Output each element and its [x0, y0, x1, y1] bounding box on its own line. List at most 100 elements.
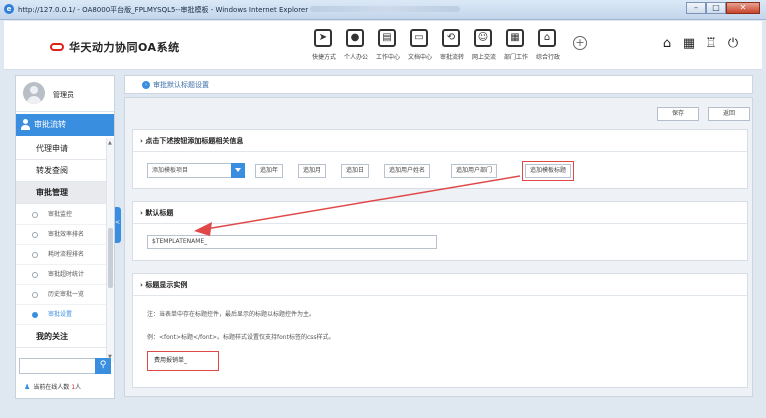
append-template-title-button[interactable]: 追加模板标题: [521, 161, 575, 181]
subitem-label: 审批超时统计: [48, 271, 85, 278]
bullet-icon: [32, 312, 38, 318]
module-docs[interactable]: ▭ 文档中心: [402, 29, 434, 69]
add-module-icon[interactable]: +: [573, 36, 587, 50]
person-icon: ●: [346, 29, 364, 47]
default-title-input[interactable]: $TEMPLATENAME_: [147, 235, 437, 249]
home-icon[interactable]: ⌂: [656, 37, 678, 51]
sidebar-item-forward[interactable]: 转发查阅: [16, 160, 106, 182]
window-controls: – □ ✕: [686, 2, 760, 14]
panel-default-title-header: › 默认标题: [133, 202, 747, 224]
panel-example-header: › 标题显示实例: [133, 274, 747, 296]
sidebar: 管理员 审批流转 代理申请 转发查阅 审批管理 审批监控 审批效率排名 耗时流程…: [15, 75, 115, 399]
bullet-icon: [32, 252, 38, 258]
main-content: 保存 返回 › 点击下述按钮添加标题相关信息 添加模板项目 追加年 追加月 追加…: [124, 97, 753, 397]
sidebar-subitem[interactable]: 历史审批一览: [16, 285, 106, 305]
window-titlebar: e http://127.0.0.1/ - OA8000平台版_FPLMYSQL…: [0, 0, 766, 20]
bullet-icon: [32, 272, 38, 278]
module-label: 综合行政: [535, 54, 560, 61]
select-value: 添加模板项目: [152, 167, 189, 174]
breadcrumb: › 审批默认标题设置: [124, 75, 753, 94]
user-panel: 管理员: [16, 76, 114, 112]
online-unit: 人: [75, 384, 82, 391]
sidebar-subitem[interactable]: 审批监控: [16, 205, 106, 225]
online-label: 当前在线人数: [33, 384, 70, 391]
template-item-select[interactable]: 添加模板项目: [147, 163, 245, 178]
app-header: 华天动力协同OA系统 ➤ 快捷方式 ● 个人办公 ▤ 工作中心 ▭ 文档中心 ⟲ 审批流转…: [4, 21, 762, 70]
logo-text: 华天动力协同OA系统: [69, 41, 180, 54]
bullet-icon: [32, 212, 38, 218]
example-note-2: 例：<font>标题</font>。标题样式设置仅支持font标签的css样式。: [147, 334, 335, 341]
logo-mark-icon: [50, 43, 64, 51]
module-personal[interactable]: ● 个人办公: [338, 29, 370, 69]
grid-icon[interactable]: ▦: [678, 37, 700, 51]
scroll-thumb[interactable]: [108, 228, 113, 288]
save-button[interactable]: 保存: [657, 107, 699, 121]
append-dept-button[interactable]: 追加用户部门: [451, 164, 498, 178]
admin-icon: ⌂: [538, 29, 556, 47]
sidebar-search-input[interactable]: ⚲: [19, 358, 111, 374]
back-button[interactable]: 返回: [708, 107, 750, 121]
ie-icon: e: [4, 4, 14, 14]
append-month-button[interactable]: 追加月: [298, 164, 327, 178]
breadcrumb-icon: ›: [142, 81, 150, 89]
example-note-1: 注：当表单中存在标题控件，最后显示的标题以标题控件为主。: [147, 311, 316, 318]
sidebar-scrollbar[interactable]: ▲ ▼: [106, 138, 114, 362]
example-sample: 费用报销单_: [147, 351, 219, 371]
power-icon[interactable]: ⏻: [722, 37, 744, 51]
scroll-up-icon[interactable]: ▲: [108, 140, 112, 146]
sidebar-item-proxy[interactable]: 代理申请: [16, 138, 106, 160]
shirt-icon[interactable]: ♖: [700, 37, 722, 51]
module-nav: ➤ 快捷方式 ● 个人办公 ▤ 工作中心 ▭ 文档中心 ⟲ 审批流转 ☺ 网上交流 ▦ 部门工…: [306, 29, 562, 69]
app-logo[interactable]: 华天动力协同OA系统: [50, 39, 180, 55]
sidebar-item-approval-manage[interactable]: 审批管理: [16, 182, 106, 204]
sidebar-subitem[interactable]: 审批效率排名: [16, 225, 106, 245]
close-button[interactable]: ✕: [726, 2, 760, 14]
panel-add-info-title: › 点击下述按钮添加标题相关信息: [133, 130, 747, 152]
window-title: http://127.0.0.1/ - OA8000平台版_FPLMYSQL5-…: [18, 6, 309, 14]
subitem-label: 历史审批一览: [48, 291, 85, 298]
append-username-button[interactable]: 追加用户姓名: [384, 164, 431, 178]
document-icon: ▭: [410, 29, 428, 47]
department-icon: ▦: [506, 29, 524, 47]
module-chat[interactable]: ☺ 网上交流: [466, 29, 498, 69]
online-count: ♟ 当前在线人数 1人: [24, 382, 81, 391]
maximize-button[interactable]: □: [706, 2, 726, 14]
sidebar-subitem[interactable]: 审批超时统计: [16, 265, 106, 285]
page-title: 审批默认标题设置: [153, 81, 209, 89]
search-icon[interactable]: ⚲: [95, 358, 111, 374]
sidebar-subitem-settings[interactable]: 审批设置: [16, 305, 106, 325]
header-actions: ⌂ ▦ ♖ ⏻: [656, 37, 744, 51]
sidebar-section-approval[interactable]: 审批流转: [16, 114, 114, 136]
users-icon: ♟: [24, 383, 31, 391]
sidebar-item-my-follow[interactable]: 我的关注: [16, 326, 106, 348]
append-day-button[interactable]: 追加日: [341, 164, 370, 178]
chat-icon: ☺: [474, 29, 492, 47]
sidebar-collapse-handle[interactable]: [115, 207, 121, 243]
subitem-label: 审批设置: [48, 311, 73, 318]
briefcase-icon: ▤: [378, 29, 396, 47]
module-approval[interactable]: ⟲ 审批流转: [434, 29, 466, 69]
module-work[interactable]: ▤ 工作中心: [370, 29, 402, 69]
bullet-icon: [32, 232, 38, 238]
append-year-button[interactable]: 追加年: [255, 164, 284, 178]
minimize-button[interactable]: –: [686, 2, 706, 14]
module-dept[interactable]: ▦ 部门工作: [498, 29, 530, 69]
sidebar-section-label: 审批流转: [34, 120, 66, 129]
subitem-label: 审批监控: [48, 211, 73, 218]
panel-add-info: › 点击下述按钮添加标题相关信息 添加模板项目 追加年 追加月 追加日 追加用户…: [132, 129, 748, 189]
chevron-down-icon: [231, 163, 245, 178]
module-admin[interactable]: ⌂ 综合行政: [530, 29, 562, 69]
module-quick[interactable]: ➤ 快捷方式: [306, 29, 338, 69]
sidebar-subitem[interactable]: 耗时流程排名: [16, 245, 106, 265]
user-icon: [21, 119, 30, 130]
user-name: 管理员: [53, 91, 74, 99]
bullet-icon: [32, 292, 38, 298]
subitem-label: 耗时流程排名: [48, 251, 85, 258]
avatar-icon: [23, 82, 45, 104]
send-icon: ➤: [314, 29, 332, 47]
panel-example: › 标题显示实例 注：当表单中存在标题控件，最后显示的标题以标题控件为主。 例：…: [132, 273, 748, 388]
panel-default-title: › 默认标题 $TEMPLATENAME_: [132, 201, 748, 261]
flow-icon: ⟲: [442, 29, 460, 47]
blurred-title-region: [310, 6, 460, 12]
subitem-label: 审批效率排名: [48, 231, 85, 238]
